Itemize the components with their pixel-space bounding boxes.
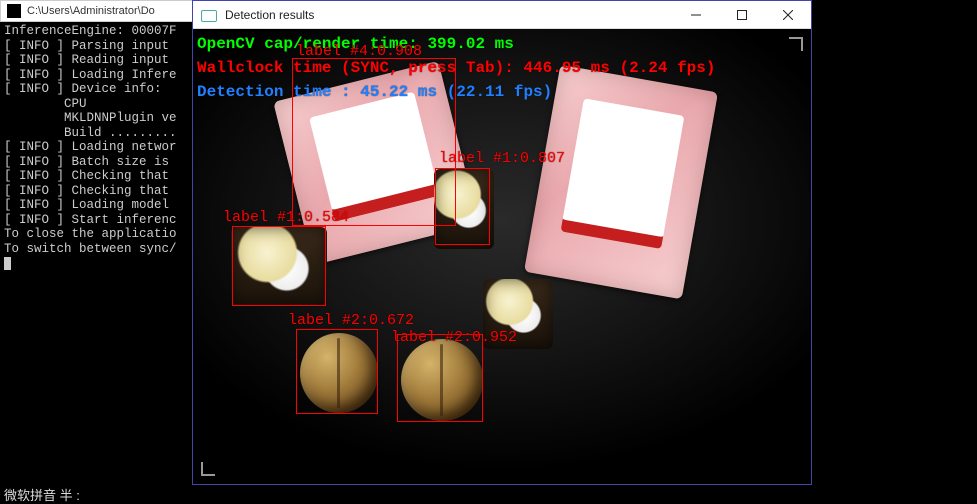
minimize-button[interactable] xyxy=(673,1,719,29)
terminal-line: [ INFO ] Reading input xyxy=(4,53,169,67)
terminal-title: C:\Users\Administrator\Do xyxy=(27,5,155,17)
detection-bbox xyxy=(292,58,456,226)
terminal-line: To switch between sync/ xyxy=(4,242,177,256)
terminal-line: [ INFO ] Batch size is xyxy=(4,155,169,169)
terminal-line: [ INFO ] Loading Infere xyxy=(4,68,177,82)
detection-label: label #4:0.908 xyxy=(296,43,422,60)
detection-bbox xyxy=(296,329,378,414)
detection-label: label #1:0.807 xyxy=(439,150,565,167)
terminal-line: [ INFO ] Start inferenc xyxy=(4,213,177,227)
terminal-line: To close the applicatio xyxy=(4,227,177,241)
scene-object-packet: 鸭脖甜辣味 xyxy=(524,65,718,300)
terminal-line: CPU xyxy=(4,97,87,111)
terminal-line: [ INFO ] Checking that xyxy=(4,184,169,198)
detection-image-view[interactable]: 鸭脖甜辣味 鸭脖甜辣味 OpenCV cap/render time: 399.… xyxy=(193,29,811,484)
detection-titlebar[interactable]: Detection results xyxy=(193,1,811,29)
window-controls xyxy=(673,1,811,29)
detection-window-title: Detection results xyxy=(225,8,673,22)
ime-status-text: 微软拼音 半 : xyxy=(4,485,80,504)
terminal-line: Build ......... xyxy=(4,126,177,140)
terminal-line: InferenceEngine: 00007F xyxy=(4,24,177,38)
terminal-line: [ INFO ] Loading model xyxy=(4,198,169,212)
close-button[interactable] xyxy=(765,1,811,29)
viewport-bracket-icon xyxy=(201,462,215,476)
maximize-button[interactable] xyxy=(719,1,765,29)
terminal-line: [ INFO ] Parsing input xyxy=(4,39,169,53)
terminal-line: [ INFO ] Device info: xyxy=(4,82,162,96)
terminal-line: MKLDNNPlugin ve xyxy=(4,111,177,125)
terminal-line: [ INFO ] Checking that xyxy=(4,169,169,183)
viewport-bracket-icon xyxy=(789,37,803,51)
detection-bbox xyxy=(232,226,326,306)
cmd-icon xyxy=(7,4,21,18)
detection-label: label #2:0.952 xyxy=(391,329,517,346)
terminal-cursor xyxy=(4,257,11,270)
terminal-line: [ INFO ] Loading networ xyxy=(4,140,177,154)
detection-label: label #2:0.672 xyxy=(288,312,414,329)
detection-window: Detection results 鸭脖甜辣味 鸭脖甜辣味 OpenCV cap… xyxy=(192,0,812,485)
ime-status-bar[interactable]: 微软拼音 半 : xyxy=(0,485,977,503)
overlay-wallclock-time: Wallclock time (SYNC, press Tab): 446.95… xyxy=(197,59,715,77)
opencv-icon xyxy=(201,7,217,23)
detection-bbox xyxy=(397,334,483,422)
detection-label: label #1:0.584 xyxy=(223,209,349,226)
detection-bbox xyxy=(435,168,490,245)
